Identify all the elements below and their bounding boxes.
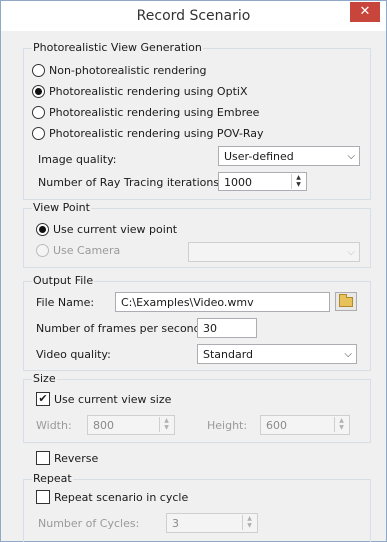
checkbox-current-view-size[interactable]: ✔ Use current view size	[36, 392, 171, 406]
fps-input[interactable]: 30	[197, 318, 257, 338]
cycles-stepper[interactable]: 3 ▲ ▼	[166, 513, 258, 533]
width-value: 800	[93, 419, 114, 432]
radio-non-photorealistic[interactable]: Non-photorealistic rendering	[32, 64, 206, 77]
output-file-legend: Output File	[32, 274, 95, 287]
photorealistic-group: Photorealistic View Generation Non-photo…	[23, 41, 371, 200]
video-quality-value: Standard	[203, 348, 254, 361]
camera-select[interactable]: ⌵	[188, 242, 360, 262]
close-icon: ✕	[359, 4, 371, 19]
spin-down-icon[interactable]: ▼	[292, 181, 305, 188]
image-quality-value: User-defined	[224, 150, 294, 163]
spin-up-icon[interactable]: ▲	[335, 417, 348, 424]
radio-icon	[32, 85, 45, 98]
radio-label: Non-photorealistic rendering	[49, 64, 207, 77]
spin-down-icon[interactable]: ▼	[335, 424, 348, 431]
chevron-down-icon: ⌵	[347, 247, 355, 258]
image-quality-select[interactable]: User-defined ⌵	[218, 146, 360, 166]
title-bar: Record Scenario ✕	[1, 1, 386, 31]
checkbox-label: Repeat scenario in cycle	[54, 490, 189, 504]
window-title: Record Scenario	[136, 8, 251, 24]
output-file-group: Output File File Name: C:\Examples\Video…	[23, 274, 371, 371]
fps-value: 30	[203, 322, 217, 335]
radio-icon	[36, 244, 49, 257]
radio-label: Use current view point	[53, 223, 178, 236]
checkbox-label: Reverse	[54, 451, 99, 465]
file-name-value: C:\Examples\Video.wmv	[121, 296, 254, 309]
record-scenario-dialog: Record Scenario ✕ Photorealistic View Ge…	[0, 0, 387, 542]
checkbox-reverse[interactable]: Reverse	[36, 451, 98, 465]
spin-up-icon[interactable]: ▲	[243, 515, 256, 522]
checkbox-icon	[36, 490, 50, 504]
spin-buttons[interactable]: ▲ ▼	[334, 417, 348, 432]
checkbox-repeat-cycle[interactable]: Repeat scenario in cycle	[36, 490, 188, 504]
width-label: Width:	[36, 419, 72, 432]
size-group: Size ✔ Use current view size Width: 800 …	[23, 372, 371, 443]
file-name-label: File Name:	[36, 296, 95, 309]
width-stepper[interactable]: 800 ▲ ▼	[87, 415, 175, 435]
iterations-stepper[interactable]: 1000 ▲ ▼	[218, 172, 307, 191]
viewpoint-legend: View Point	[32, 201, 91, 214]
radio-optix[interactable]: Photorealistic rendering using OptiX	[32, 85, 247, 98]
iterations-label: Number of Ray Tracing iterations:	[38, 176, 223, 189]
cycles-label: Number of Cycles:	[38, 517, 140, 530]
checkbox-label: Use current view size	[54, 392, 172, 406]
checkbox-icon	[36, 451, 50, 465]
radio-icon	[32, 106, 45, 119]
radio-label: Use Camera	[53, 244, 121, 257]
chevron-down-icon: ⌵	[344, 349, 352, 360]
file-name-input[interactable]: C:\Examples\Video.wmv	[115, 292, 330, 312]
repeat-group: Repeat Repeat scenario in cycle Number o…	[23, 472, 371, 542]
height-value: 600	[266, 419, 287, 432]
radio-embree[interactable]: Photorealistic rendering using Embree	[32, 106, 259, 119]
chevron-down-icon: ⌵	[347, 151, 355, 162]
spin-buttons[interactable]: ▲ ▼	[291, 174, 305, 189]
radio-icon	[36, 223, 49, 236]
radio-icon	[32, 64, 45, 77]
radio-label: Photorealistic rendering using POV-Ray	[49, 127, 264, 140]
iterations-value: 1000	[224, 176, 252, 189]
video-quality-label: Video quality:	[36, 348, 111, 361]
repeat-legend: Repeat	[32, 472, 73, 485]
browse-button[interactable]	[335, 292, 357, 311]
spin-buttons[interactable]: ▲ ▼	[159, 417, 173, 432]
cycles-value: 3	[172, 517, 179, 530]
spin-buttons[interactable]: ▲ ▼	[242, 515, 256, 530]
folder-icon	[339, 294, 353, 307]
height-stepper[interactable]: 600 ▲ ▼	[260, 415, 350, 435]
height-label: Height:	[207, 419, 248, 432]
radio-icon	[32, 127, 45, 140]
radio-current-view-point[interactable]: Use current view point	[36, 223, 177, 236]
spin-down-icon[interactable]: ▼	[160, 424, 173, 431]
radio-label: Photorealistic rendering using OptiX	[49, 85, 248, 98]
viewpoint-group: View Point Use current view point Use Ca…	[23, 201, 371, 268]
video-quality-select[interactable]: Standard ⌵	[197, 344, 357, 364]
checkbox-icon: ✔	[36, 392, 50, 406]
radio-povray[interactable]: Photorealistic rendering using POV-Ray	[32, 127, 264, 140]
spin-up-icon[interactable]: ▲	[292, 174, 305, 181]
radio-use-camera[interactable]: Use Camera	[36, 244, 120, 257]
fps-label: Number of frames per second:	[36, 322, 205, 335]
radio-label: Photorealistic rendering using Embree	[49, 106, 260, 119]
close-button[interactable]: ✕	[350, 2, 380, 22]
size-legend: Size	[32, 372, 57, 385]
image-quality-label: Image quality:	[38, 153, 117, 166]
photorealistic-legend: Photorealistic View Generation	[32, 41, 203, 54]
spin-down-icon[interactable]: ▼	[243, 522, 256, 529]
spin-up-icon[interactable]: ▲	[160, 417, 173, 424]
